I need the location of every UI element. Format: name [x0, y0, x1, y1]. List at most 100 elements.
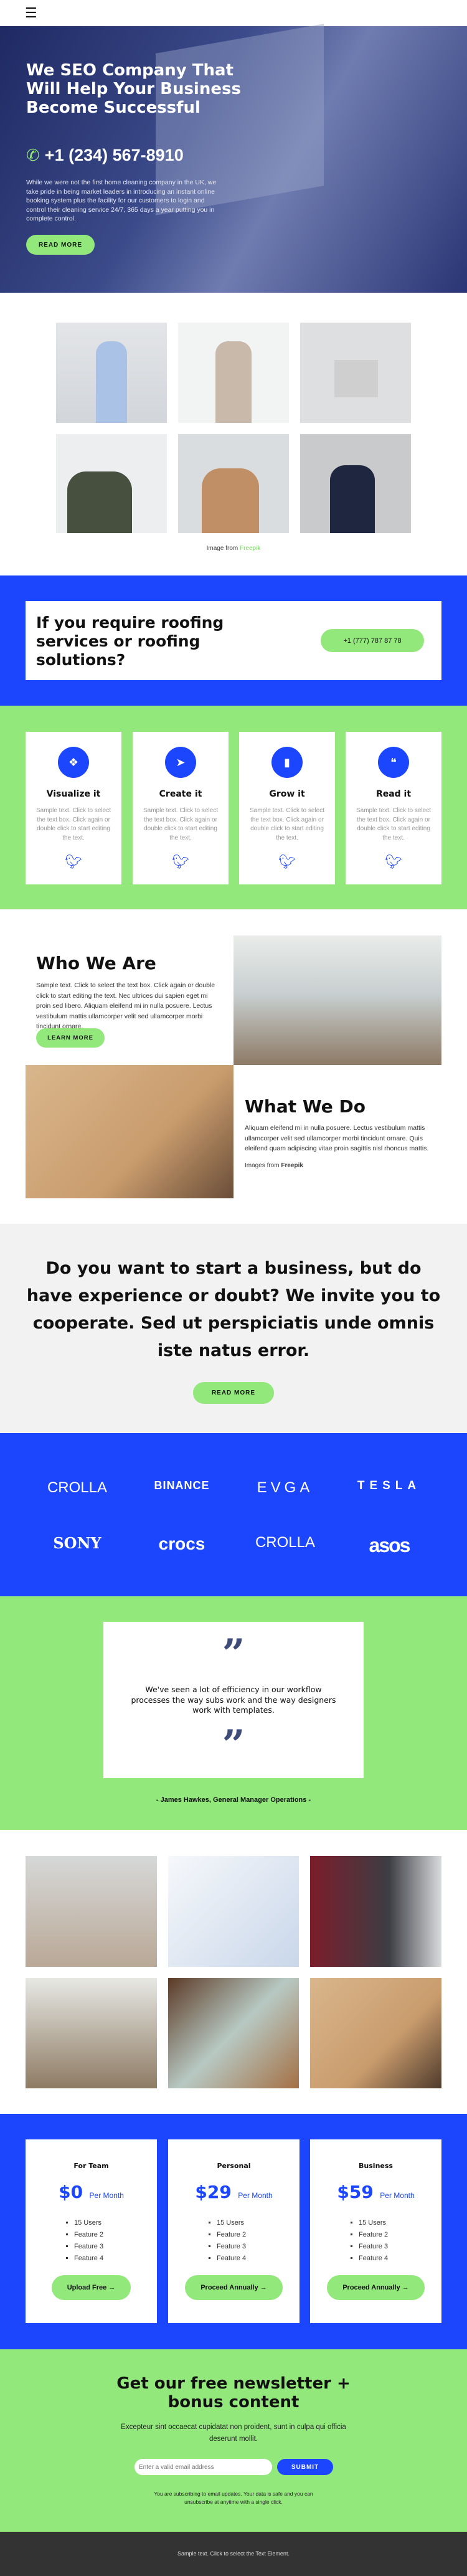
- hamburger-icon[interactable]: ☰: [25, 5, 37, 21]
- freepik-link[interactable]: Freepik: [281, 1162, 303, 1169]
- plan-feature: 15 Users: [74, 2217, 103, 2229]
- cta-section: If you require roofing services or roofi…: [0, 575, 467, 706]
- who-text: Sample text. Click to select the text bo…: [36, 982, 215, 1030]
- plan-feature: Feature 2: [359, 2229, 388, 2241]
- hero-read-more-button[interactable]: READ MORE: [26, 235, 95, 255]
- plan-feature: 15 Users: [359, 2217, 388, 2229]
- plan-period: Per Month: [380, 2191, 415, 2200]
- cta-title: If you require roofing services or roofi…: [36, 613, 224, 669]
- testimonial-card: ” We've seen a lot of efficiency in our …: [103, 1622, 364, 1778]
- email-input[interactable]: [134, 2459, 272, 2475]
- team-photo: [178, 434, 289, 533]
- shapes-icon: ❖: [58, 747, 89, 778]
- plan-feature: Feature 4: [217, 2253, 246, 2265]
- plan-feature: Feature 4: [74, 2253, 103, 2265]
- feature-title: Visualize it: [46, 789, 101, 799]
- cta-phone-button[interactable]: +1 (777) 787 87 78: [321, 629, 424, 652]
- plan-price-row: $0 Per Month: [26, 2182, 157, 2202]
- what-title: What We Do: [245, 1096, 366, 1117]
- pricing-card: Personal $29 Per Month 15 UsersFeature 2…: [168, 2139, 300, 2323]
- feature-text: Sample text. Click to select the text bo…: [356, 807, 432, 841]
- plan-period: Per Month: [238, 2191, 273, 2200]
- team-section: Image from Freepik: [0, 293, 467, 575]
- feature-title: Grow it: [269, 789, 305, 799]
- header: ☰: [0, 0, 467, 26]
- hero-phone-number: +1 (234) 567-8910: [44, 146, 184, 164]
- plan-name: For Team: [73, 2162, 109, 2170]
- plan-button[interactable]: Upload Free →: [52, 2275, 131, 2300]
- feature-text: Sample text. Click to select the text bo…: [143, 807, 219, 841]
- twitter-icon[interactable]: 🐦︎: [26, 854, 121, 870]
- brand-logo: BINANCE: [154, 1479, 210, 1492]
- plan-name: Business: [359, 2162, 393, 2170]
- gallery-photo: [26, 1856, 157, 1967]
- team-photo: [56, 323, 167, 423]
- who-title: Who We Are: [36, 953, 156, 973]
- plan-features: 15 UsersFeature 2Feature 3Feature 4: [359, 2217, 388, 2265]
- plan-name: Personal: [217, 2162, 251, 2170]
- plan-feature: Feature 3: [217, 2241, 246, 2253]
- hero-text: While we were not the first home cleanin…: [26, 179, 217, 222]
- brand-logo: CROLLA: [255, 1534, 316, 1551]
- plan-button[interactable]: Proceed Annually →: [327, 2275, 425, 2300]
- hero-phone: ✆ +1 (234) 567-8910: [26, 146, 184, 165]
- plan-feature: Feature 2: [74, 2229, 103, 2241]
- brand-logo: SONY: [53, 1534, 101, 1552]
- gallery-photo: [168, 1978, 299, 2088]
- gallery-photo: [310, 1856, 441, 1967]
- plan-period: Per Month: [89, 2191, 124, 2200]
- testimonial-section: ” We've seen a lot of efficiency in our …: [0, 1596, 467, 1830]
- what-text: Aliquam eleifend mi in nulla posuere. Le…: [245, 1124, 429, 1152]
- testimonial-author: - James Hawkes, General Manager Operatio…: [156, 1796, 311, 1804]
- newsletter-disclaimer: You are subscribing to email updates. Yo…: [154, 2491, 313, 2505]
- brand-logo: crocs: [158, 1534, 205, 1553]
- hero-title: We SEO Company That Will Help Your Busin…: [26, 61, 241, 117]
- plan-features: 15 UsersFeature 2Feature 3Feature 4: [74, 2217, 103, 2265]
- newsletter-title: Get our free newsletter + bonus content: [116, 2374, 351, 2412]
- brand-logo: EVGA: [257, 1479, 314, 1496]
- plan-feature: Feature 2: [217, 2229, 246, 2241]
- freepik-link[interactable]: Freepik: [240, 545, 260, 552]
- plan-feature: Feature 3: [359, 2241, 388, 2253]
- submit-button[interactable]: SUBMIT: [277, 2459, 333, 2475]
- plan-price: $0: [59, 2182, 83, 2202]
- pricing-card: Business $59 Per Month 15 UsersFeature 2…: [310, 2139, 441, 2323]
- plan-feature: Feature 4: [359, 2253, 388, 2265]
- team-photo: [56, 434, 167, 533]
- pricing-card: For Team $0 Per Month 15 UsersFeature 2F…: [26, 2139, 157, 2323]
- twitter-icon[interactable]: 🐦︎: [346, 854, 441, 870]
- feature-text: Sample text. Click to select the text bo…: [249, 807, 325, 841]
- feature-card: ➤ Create it Sample text. Click to select…: [133, 732, 229, 884]
- testimonial-quote: We've seen a lot of efficiency in our wo…: [131, 1685, 336, 1715]
- footer: Sample text. Click to select the Text El…: [0, 2532, 467, 2576]
- plan-price: $29: [195, 2182, 232, 2202]
- feature-card: ▮ Grow it Sample text. Click to select t…: [239, 732, 335, 884]
- twitter-icon[interactable]: 🐦︎: [239, 854, 335, 870]
- gallery-photo: [168, 1856, 299, 1967]
- brand-logo: TESLA: [357, 1479, 422, 1492]
- pricing-section: For Team $0 Per Month 15 UsersFeature 2F…: [0, 2114, 467, 2349]
- business-read-more-button[interactable]: READ MORE: [193, 1382, 274, 1404]
- cursor-icon: ➤: [165, 747, 196, 778]
- gallery-photo: [310, 1978, 441, 2088]
- twitter-icon[interactable]: 🐦︎: [133, 854, 229, 870]
- gallery-section: [0, 1830, 467, 2114]
- plan-price: $59: [337, 2182, 374, 2202]
- chart-growth-icon: ▮: [271, 747, 303, 778]
- hero-section: We SEO Company That Will Help Your Busin…: [0, 24, 467, 293]
- learn-more-button[interactable]: LEARN MORE: [36, 1028, 105, 1048]
- feature-card: ❝ Read it Sample text. Click to select t…: [346, 732, 441, 884]
- desk-photo: [26, 1065, 234, 1198]
- newsletter-text: Excepteur sint occaecat cupidatat non pr…: [121, 2423, 346, 2443]
- plan-feature: Feature 3: [74, 2241, 103, 2253]
- team-photo: [178, 323, 289, 423]
- team-caption: Image from Freepik: [206, 545, 261, 552]
- team-photo: [300, 434, 411, 533]
- meeting-photo: [234, 935, 441, 1065]
- team-photo: [300, 323, 411, 423]
- brand-logo: asos: [369, 1534, 411, 1556]
- cta-card: If you require roofing services or roofi…: [26, 601, 441, 680]
- feature-card: ❖ Visualize it Sample text. Click to sel…: [26, 732, 121, 884]
- phone-icon: ✆: [26, 146, 40, 164]
- plan-button[interactable]: Proceed Annually →: [185, 2275, 283, 2300]
